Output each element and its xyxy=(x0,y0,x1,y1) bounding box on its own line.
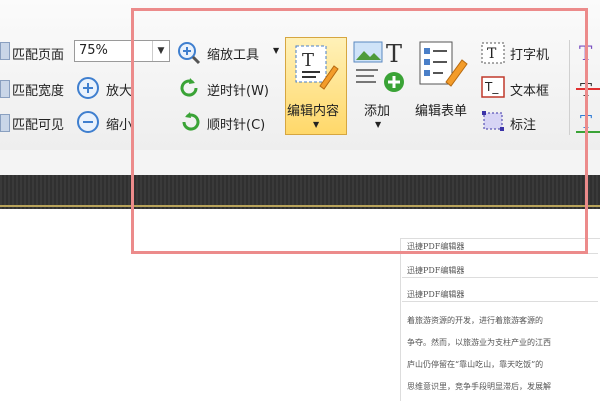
highlight-rectangle xyxy=(131,8,588,254)
doc-header-divider xyxy=(402,301,598,302)
document-page: 迅捷PDF编辑器 迅捷PDF编辑器 迅捷PDF编辑器 着旅游资源的开发，进行着旅… xyxy=(400,238,600,401)
doc-header: 迅捷PDF编辑器 xyxy=(407,266,465,275)
doc-paragraph-line: 庐山仍停留在“靠山吃山，靠天吃饭”的 xyxy=(407,360,544,369)
fit-visible-icon[interactable] xyxy=(0,114,10,132)
fit-width-icon[interactable] xyxy=(0,80,10,98)
fit-width-button[interactable]: 匹配宽度 xyxy=(12,80,64,99)
fit-page-icon[interactable] xyxy=(0,42,10,60)
doc-header-divider xyxy=(402,277,598,278)
fit-visible-button[interactable]: 匹配可见 xyxy=(12,114,64,133)
zoom-in-button[interactable]: 放大 xyxy=(106,80,132,99)
fit-page-button[interactable]: 匹配页面 xyxy=(12,44,64,63)
doc-paragraph-line: 思维意识里，竞争手段明显滞后，发展解 xyxy=(407,382,551,391)
doc-header: 迅捷PDF编辑器 xyxy=(407,290,465,299)
doc-paragraph-line: 争夺。然而，以旅游业为支柱产业的江西 xyxy=(407,338,551,347)
zoom-out-icon[interactable] xyxy=(76,110,100,134)
zoom-in-icon[interactable] xyxy=(76,76,100,100)
zoom-out-button[interactable]: 缩小 xyxy=(106,114,132,133)
zoom-value: 75% xyxy=(79,43,108,58)
doc-paragraph-line: 着旅游资源的开发，进行着旅游客源的 xyxy=(407,316,543,325)
